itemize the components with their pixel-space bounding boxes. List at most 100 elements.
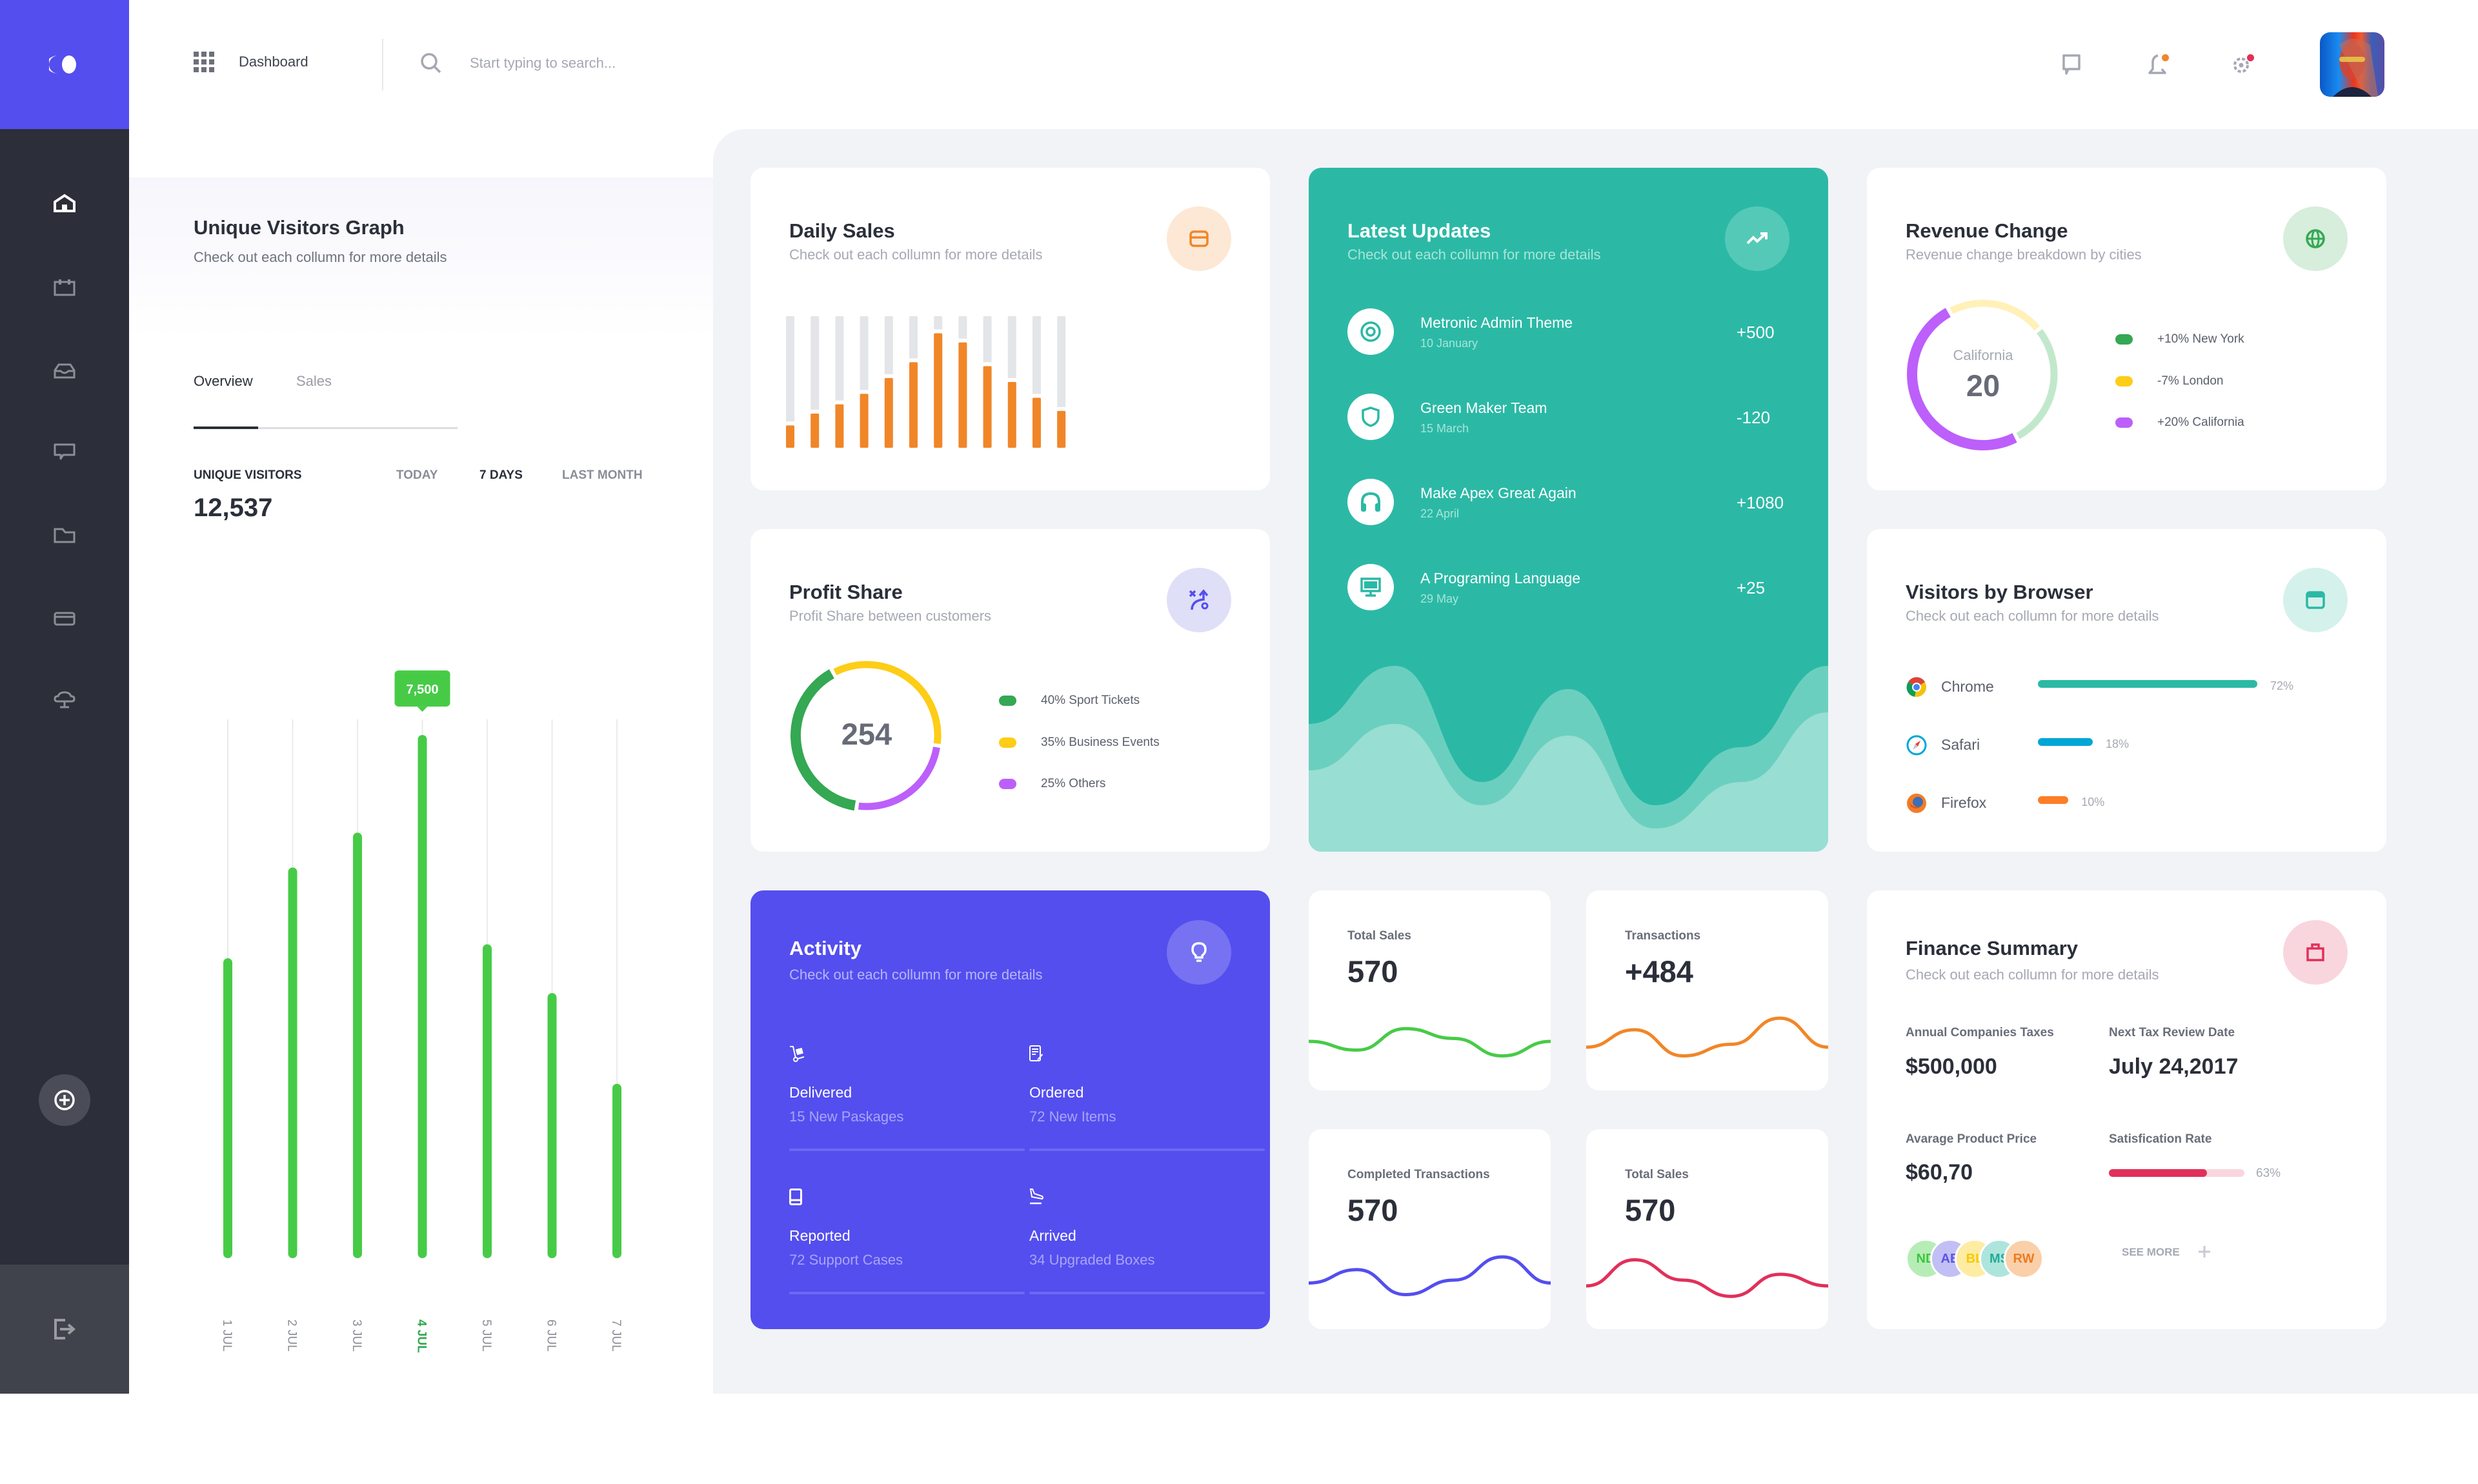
activity-sub: 72 New Items — [1029, 1108, 1116, 1125]
activity-card: Activity Check out each collumn for more… — [750, 890, 1270, 1329]
home-icon — [54, 194, 76, 212]
chat-icon — [2062, 54, 2080, 75]
sidebar-item-calendar[interactable] — [45, 268, 84, 306]
tab-underline — [194, 426, 458, 429]
update-value: -120 — [1737, 408, 1771, 427]
profit-share-icon-button[interactable] — [1167, 568, 1231, 632]
dashboard-breadcrumb[interactable]: Dashboard — [194, 52, 308, 72]
card-title: Finance Summary — [1906, 937, 2079, 959]
stat-card-total-sales: Total Sales 570 — [1309, 890, 1551, 1090]
x-tick-label: 2 JUL — [285, 1319, 299, 1352]
see-more-link[interactable]: SEE MORE — [2122, 1246, 2180, 1259]
sidebar-item-home[interactable] — [45, 184, 84, 223]
update-value: +25 — [1737, 578, 1766, 597]
legend-color — [2115, 334, 2133, 345]
legend-label: +20% California — [2157, 416, 2244, 429]
update-item[interactable]: Green Maker Team 15 March -120 — [1347, 394, 1799, 445]
sidebar-item-cloud[interactable] — [45, 681, 84, 719]
activity-item-reported[interactable]: Reported 72 Support Cases — [789, 1188, 1025, 1298]
latest-updates-card: Latest Updates Check out each collumn fo… — [1309, 168, 1828, 852]
donut-slice — [858, 747, 940, 810]
donut-center-value: 20 — [1966, 368, 2000, 403]
legend-color — [999, 779, 1016, 789]
annual-taxes-value: $500,000 — [1906, 1054, 1997, 1079]
legend-color — [2115, 417, 2133, 428]
notifications-button[interactable] — [2144, 52, 2170, 77]
satisfaction-progress — [2109, 1169, 2244, 1177]
sales-bar — [909, 362, 918, 448]
sidebar-item-wallet[interactable] — [45, 599, 84, 637]
donut-slice — [1949, 299, 2040, 331]
sparkline-chart — [1586, 1258, 1828, 1298]
browser-icon-button[interactable] — [2283, 568, 2348, 632]
messages-button[interactable] — [2059, 52, 2084, 77]
tab-overview[interactable]: Overview — [194, 373, 253, 390]
card-title: Activity — [789, 937, 861, 959]
browser-percent: 72% — [2270, 679, 2294, 692]
plus-icon[interactable] — [2197, 1245, 2211, 1259]
add-circle-icon — [54, 1090, 75, 1110]
browser-row: Firefox 10% — [1906, 790, 2357, 816]
stat-label: Completed Transactions — [1347, 1168, 1490, 1181]
firefox-icon — [1907, 794, 1926, 813]
activity-item-ordered[interactable]: Ordered 72 New Items — [1029, 1045, 1265, 1155]
range-today[interactable]: TODAY — [396, 468, 438, 483]
team-avatar[interactable]: RW — [2004, 1239, 2044, 1279]
sparkline — [1586, 1016, 1828, 1058]
panel-title: Unique Visitors Graph — [194, 216, 405, 239]
range-7-days[interactable]: 7 DAYS — [479, 468, 523, 483]
stat-card-transactions: Transactions +484 — [1586, 890, 1828, 1090]
update-item[interactable]: Make Apex Great Again 22 April +1080 — [1347, 479, 1799, 530]
user-avatar[interactable] — [2320, 32, 2384, 97]
brand-logo-icon — [49, 55, 76, 74]
range-last-month[interactable]: LAST MONTH — [562, 468, 643, 483]
stat-label: Total Sales — [1625, 1168, 1689, 1181]
stat-value: 570 — [1625, 1193, 1676, 1227]
sidebar-item-messages[interactable] — [45, 432, 84, 471]
update-name: Metronic Admin Theme — [1420, 314, 1573, 331]
settings-badge — [2247, 54, 2254, 61]
visitors-by-browser-card: Visitors by Browser Check out each collu… — [1867, 529, 2386, 852]
sparkline — [1309, 1027, 1551, 1058]
card-subtitle: Check out each collumn for more details — [1347, 246, 1601, 263]
stat-label: Total Sales — [1347, 929, 1411, 943]
update-date: 15 March — [1420, 422, 1469, 435]
logout-button[interactable] — [0, 1265, 129, 1394]
donut-center-label: California — [1953, 347, 2013, 363]
activity-item-delivered[interactable]: Delivered 15 New Paskages — [789, 1045, 1025, 1155]
search-input[interactable] — [470, 55, 792, 72]
bar-gap — [1057, 406, 1066, 411]
finance-icon-button[interactable] — [2283, 920, 2348, 985]
sparkline-chart — [1586, 1016, 1828, 1058]
revenue-change-icon-button[interactable] — [2283, 206, 2348, 271]
browser-percent: 18% — [2106, 737, 2130, 750]
latest-updates-icon-button[interactable] — [1725, 206, 1789, 271]
update-name: A Programing Language — [1420, 570, 1581, 587]
update-item[interactable]: Metronic Admin Theme 10 January +500 — [1347, 308, 1799, 360]
legend-item: 40% Sport Tickets — [999, 694, 1140, 708]
bar-gap — [884, 374, 893, 378]
shopping-bag-icon — [2306, 943, 2324, 961]
browser-name: Chrome — [1941, 678, 1994, 695]
donut-center-value: 254 — [841, 717, 892, 751]
sidebar-item-inbox[interactable] — [45, 352, 84, 390]
activity-item-arrived[interactable]: Arrived 34 Upgraded Boxes — [1029, 1188, 1265, 1298]
legend-label: 40% Sport Tickets — [1041, 694, 1140, 707]
bar-gap — [1032, 394, 1041, 398]
brand-logo[interactable] — [0, 0, 129, 129]
search-icon[interactable] — [419, 52, 443, 75]
sidebar-item-add[interactable] — [39, 1074, 90, 1126]
update-item[interactable]: A Programing Language 29 May +25 — [1347, 564, 1799, 616]
daily-sales-icon-button[interactable] — [1167, 206, 1231, 271]
bar-gap — [934, 329, 943, 334]
tab-sales[interactable]: Sales — [296, 373, 332, 390]
tooltip-arrow — [417, 707, 428, 712]
satisfaction-label: Satisfication Rate — [2109, 1132, 2212, 1146]
settings-button[interactable] — [2230, 52, 2255, 77]
activity-icon-button[interactable] — [1167, 920, 1231, 985]
stat-card-completed-transactions: Completed Transactions 570 — [1309, 1129, 1551, 1329]
avatar-portrait — [2333, 39, 2378, 97]
sales-bar — [860, 394, 869, 448]
stat-value: +484 — [1625, 954, 1693, 988]
sidebar-item-files[interactable] — [45, 516, 84, 555]
